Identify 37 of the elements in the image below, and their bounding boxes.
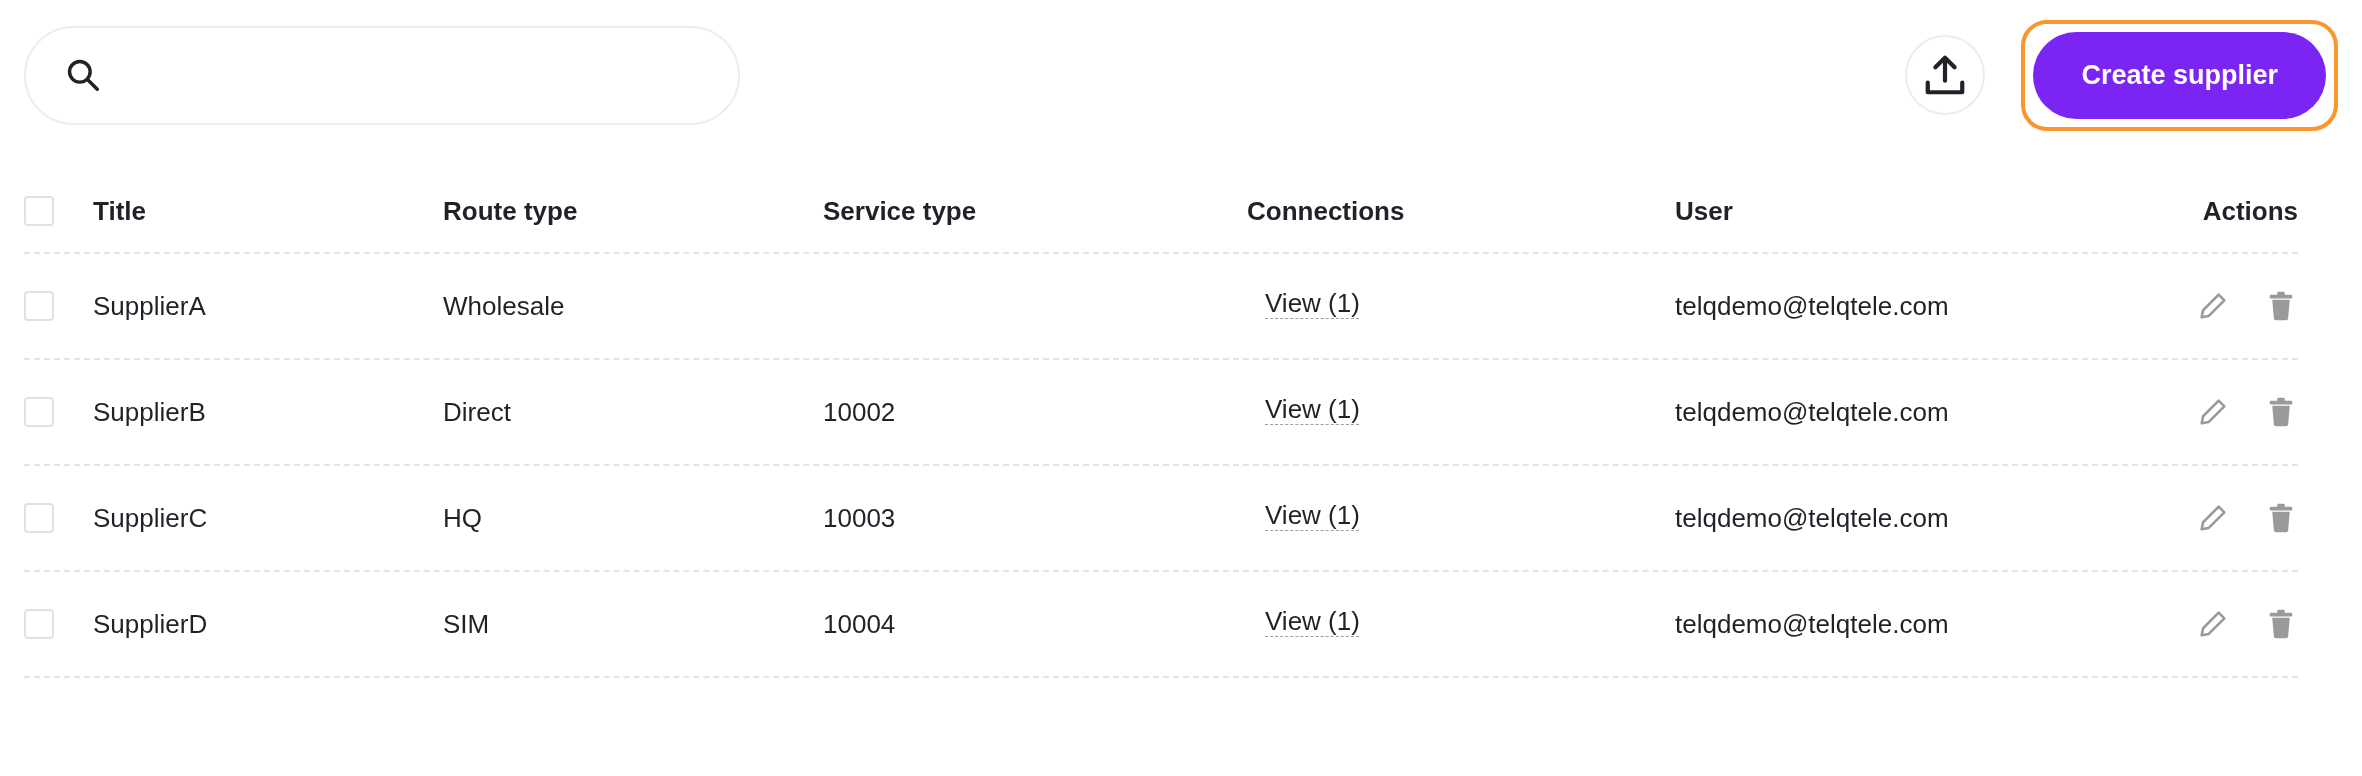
trash-icon[interactable] xyxy=(2268,397,2294,427)
trash-icon[interactable] xyxy=(2268,291,2294,321)
table-cell: Wholesale xyxy=(443,290,565,321)
checkbox[interactable] xyxy=(24,503,54,533)
table-cell: telqdemo@telqtele.com xyxy=(1675,608,1949,639)
search-field[interactable] xyxy=(24,25,740,125)
checkbox[interactable] xyxy=(24,196,54,226)
table-cell: Direct xyxy=(443,396,511,427)
view-connections-link[interactable]: View (1) xyxy=(1265,499,1360,530)
column-header: Route type xyxy=(443,195,578,226)
table-cell: telqdemo@telqtele.com xyxy=(1675,502,1949,533)
table-cell: HQ xyxy=(443,502,482,533)
table-cell: 10003 xyxy=(823,502,896,533)
view-connections-link[interactable]: View (1) xyxy=(1265,605,1360,636)
trash-icon[interactable] xyxy=(2268,609,2294,639)
table-cell: SupplierD xyxy=(93,608,208,639)
checkbox[interactable] xyxy=(24,609,54,639)
table-cell: SupplierA xyxy=(93,290,206,321)
column-header: Service type xyxy=(823,195,977,226)
upload-button[interactable] xyxy=(1905,35,1986,115)
table-cell: SupplierC xyxy=(93,502,208,533)
table-cell: telqdemo@telqtele.com xyxy=(1675,396,1949,427)
view-connections-link[interactable]: View (1) xyxy=(1265,393,1360,424)
column-header: Actions xyxy=(2202,195,2298,226)
create-supplier-button[interactable]: Create supplier xyxy=(2033,31,2326,119)
table-cell: 10002 xyxy=(823,396,896,427)
column-header: Connections xyxy=(1247,195,1405,226)
table-cell: SupplierB xyxy=(93,396,206,427)
table-cell: 10004 xyxy=(823,608,896,639)
column-header: User xyxy=(1675,195,1733,226)
checkbox[interactable] xyxy=(24,291,54,321)
trash-icon[interactable] xyxy=(2268,503,2294,533)
table-cell: telqdemo@telqtele.com xyxy=(1675,290,1949,321)
column-header: Title xyxy=(93,195,146,226)
view-connections-link[interactable]: View (1) xyxy=(1265,287,1360,318)
checkbox[interactable] xyxy=(24,397,54,427)
table-cell: SIM xyxy=(443,608,490,639)
